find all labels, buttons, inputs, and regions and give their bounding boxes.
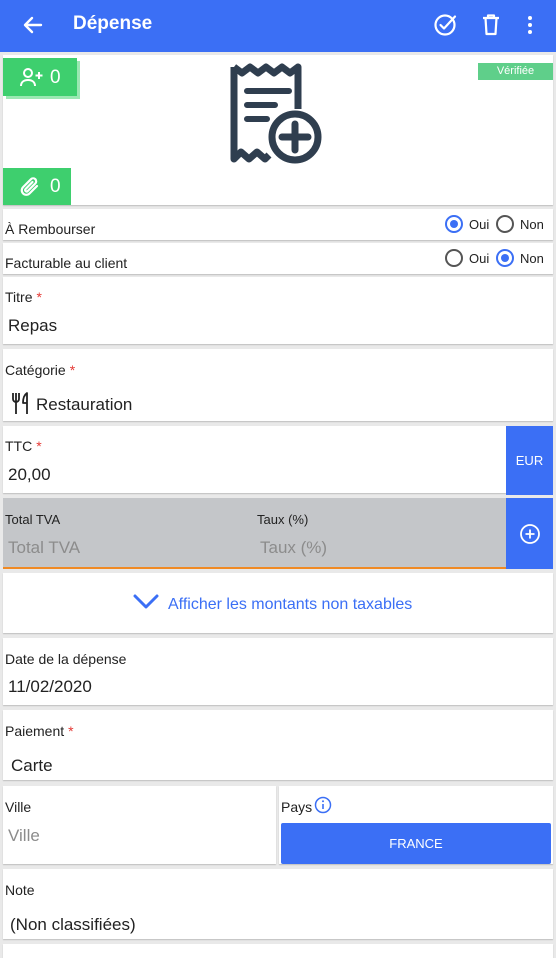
category-field[interactable]: Catégorie * Restauration: [3, 349, 553, 421]
billable-no-label: Non: [520, 251, 544, 266]
vat-total-label: Total TVA: [5, 512, 61, 527]
status-badge: Vérifiée: [478, 63, 553, 80]
currency-button[interactable]: EUR: [506, 426, 553, 495]
reimburse-yes-label: Oui: [469, 217, 490, 232]
date-value: 11/02/2020: [8, 677, 92, 696]
app-bar: Dépense: [0, 0, 556, 52]
add-vat-button[interactable]: [506, 498, 553, 569]
paperclip-icon: [20, 177, 39, 196]
non-taxable-toggle[interactable]: Afficher les montants non taxables: [3, 573, 553, 633]
billable-yes-radio[interactable]: [445, 249, 463, 267]
vat-total-input[interactable]: Total TVA: [8, 538, 80, 558]
payment-label: Paiement *: [5, 723, 74, 739]
note-value: (Non classifiées): [10, 915, 136, 934]
payment-field[interactable]: Paiement * Carte: [3, 710, 553, 780]
check-circle-icon[interactable]: [430, 10, 460, 40]
vat-panel: Total TVA Total TVA Taux (%) Taux (%): [3, 498, 506, 569]
city-input[interactable]: Ville: [8, 826, 40, 846]
more-vertical-icon[interactable]: [515, 10, 545, 40]
receipt-add-icon[interactable]: [227, 61, 323, 170]
vat-rate-input[interactable]: Taux (%): [260, 538, 327, 558]
reimburse-label: À Rembourser: [5, 221, 96, 237]
country-label: Pays: [281, 799, 313, 815]
billable-row: Facturable au client Oui Non: [3, 243, 553, 274]
date-label: Date de la dépense: [5, 651, 127, 667]
city-field[interactable]: Ville Ville: [3, 786, 276, 864]
fork-knife-icon: [11, 391, 33, 420]
amount-value: 20,00: [8, 465, 51, 484]
non-taxable-label: Afficher les montants non taxables: [168, 596, 413, 613]
reimburse-no-radio[interactable]: [496, 215, 514, 233]
reimburse-yes-radio[interactable]: [445, 215, 463, 233]
category-value: Restauration: [36, 395, 133, 414]
city-label: Ville: [5, 799, 32, 815]
reimburse-no-label: Non: [520, 217, 544, 232]
title-field[interactable]: Titre * Repas: [3, 277, 553, 344]
attachments-chip[interactable]: 0: [3, 168, 71, 205]
reimburse-row: À Rembourser Oui Non: [3, 209, 553, 240]
date-field[interactable]: Date de la dépense 11/02/2020: [3, 638, 553, 705]
amount-label: TTC *: [5, 438, 42, 454]
country-field: Pays FRANCE: [279, 786, 553, 864]
title-label: Titre *: [5, 289, 42, 305]
payment-value: Carte: [11, 756, 53, 775]
vat-rate-label: Taux (%): [257, 512, 309, 527]
receipt-panel: 0 Vérifiée 0: [3, 55, 553, 205]
billable-no-radio[interactable]: [496, 249, 514, 267]
participants-chip[interactable]: 0: [3, 58, 77, 96]
page-title: Dépense: [73, 13, 153, 34]
title-value: Repas: [8, 316, 58, 335]
add-user-icon: [20, 68, 43, 87]
chevron-down-icon: [133, 593, 159, 616]
plus-circle-icon: [519, 523, 540, 544]
trash-icon[interactable]: [476, 10, 506, 40]
attachments-count: 0: [50, 176, 61, 197]
note-label: Note: [5, 882, 35, 898]
arrow-left-icon[interactable]: [18, 10, 48, 40]
billable-label: Facturable au client: [5, 255, 128, 271]
participants-count: 0: [50, 67, 61, 88]
note-field[interactable]: Note (Non classifiées): [3, 869, 553, 939]
billable-yes-label: Oui: [469, 251, 490, 266]
amount-field[interactable]: TTC * 20,00: [3, 426, 506, 493]
country-select[interactable]: FRANCE: [281, 823, 551, 864]
category-label: Catégorie *: [5, 362, 76, 378]
next-card: [3, 944, 553, 958]
info-icon[interactable]: [314, 796, 332, 819]
